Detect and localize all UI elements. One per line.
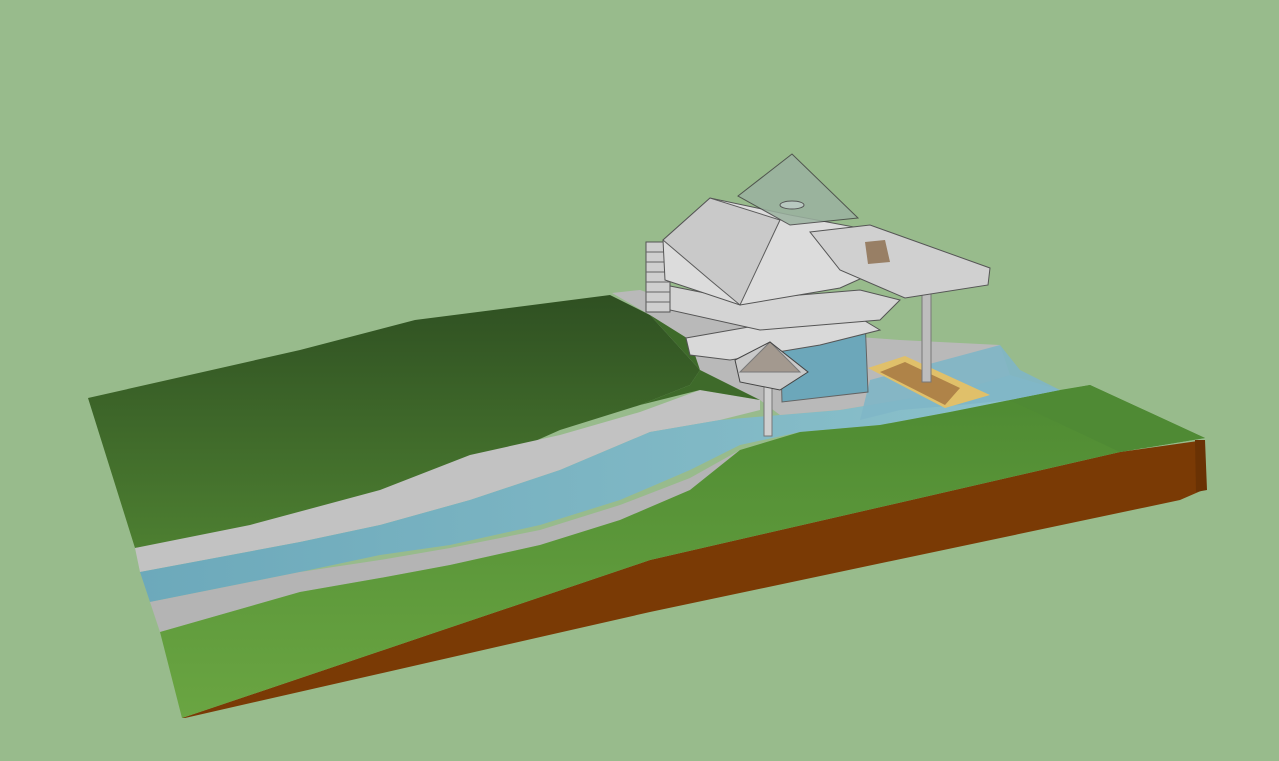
skylight-oculus [779, 200, 805, 210]
soil-right-face [1195, 440, 1207, 492]
3d-scene[interactable] [0, 0, 1279, 761]
support-column-right [921, 291, 932, 383]
model-viewport[interactable] [0, 0, 1279, 761]
